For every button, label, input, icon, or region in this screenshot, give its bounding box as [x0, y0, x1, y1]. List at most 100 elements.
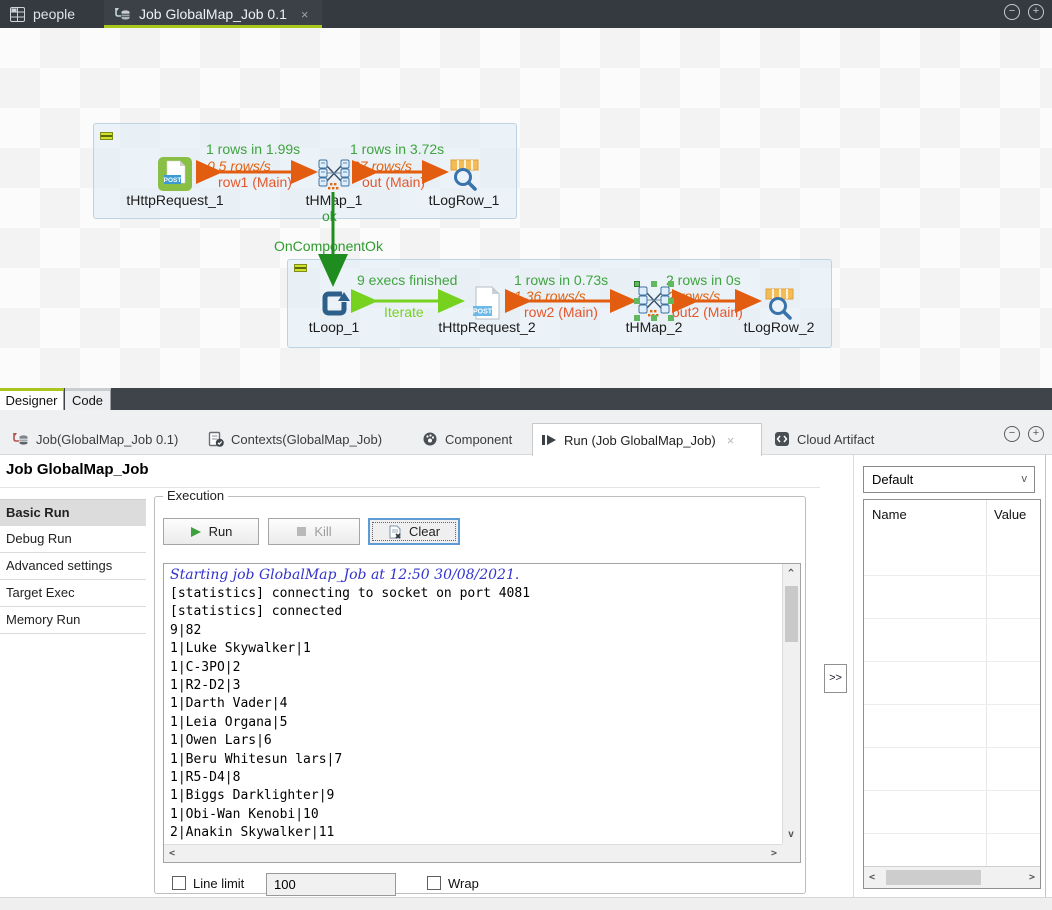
- play-icon: [190, 526, 202, 538]
- run-button[interactable]: Run: [163, 518, 259, 545]
- link-name-label[interactable]: out (Main): [362, 174, 425, 190]
- minimize-icon[interactable]: −: [1004, 4, 1020, 20]
- subjob2-collapse-toggle[interactable]: [294, 264, 307, 272]
- sidebar-item-debug-run[interactable]: Debug Run: [0, 526, 146, 553]
- tab-label: Contexts(GlobalMap_Job): [231, 432, 382, 447]
- component-label[interactable]: tHttpRequest_1: [115, 192, 235, 208]
- tab-contexts-view[interactable]: Contexts(GlobalMap_Job): [200, 423, 390, 455]
- tab-label: Component: [445, 432, 512, 447]
- editor-tab-people[interactable]: people: [0, 0, 100, 28]
- trigger-ok-label: ok: [322, 208, 337, 224]
- svg-text:POST: POST: [164, 177, 182, 184]
- scroll-down-icon[interactable]: v: [788, 829, 794, 840]
- window-controls: − +: [1004, 4, 1044, 20]
- close-icon[interactable]: ×: [727, 433, 735, 448]
- sidebar-item-memory-run[interactable]: Memory Run: [0, 607, 146, 634]
- component-label[interactable]: tHMap_1: [284, 192, 384, 208]
- link-name-label[interactable]: row1 (Main): [218, 174, 292, 190]
- maximize-icon[interactable]: +: [1028, 4, 1044, 20]
- tab-cloud-artifact-view[interactable]: Cloud Artifact: [766, 423, 882, 455]
- component-label[interactable]: tHMap_2: [614, 319, 694, 335]
- minimize-icon[interactable]: −: [1004, 426, 1020, 442]
- view-tab-bar: Job(GlobalMap_Job 0.1) Contexts(GlobalMa…: [0, 410, 1052, 455]
- wrap-checkbox[interactable]: [427, 876, 441, 890]
- component-label[interactable]: tLogRow_2: [729, 319, 829, 335]
- tab-job-view[interactable]: Job(GlobalMap_Job 0.1): [4, 423, 186, 455]
- console-horizontal-scrollbar[interactable]: < >: [164, 844, 782, 862]
- sidebar-item-advanced-settings[interactable]: Advanced settings: [0, 553, 146, 580]
- groupbox-legend: Execution: [163, 488, 228, 503]
- thttprequest2-icon[interactable]: POST: [470, 286, 504, 320]
- iterate-name-label[interactable]: Iterate: [384, 304, 424, 320]
- scroll-left-icon[interactable]: <: [869, 872, 875, 883]
- trigger-name-label[interactable]: OnComponentOk: [274, 238, 383, 254]
- view-controls: − +: [1004, 426, 1044, 442]
- line-limit-label: Line limit: [193, 876, 244, 891]
- thmap2-icon[interactable]: [637, 284, 671, 318]
- tab-label: Job(GlobalMap_Job 0.1): [36, 432, 178, 447]
- context-variables-table[interactable]: Name Value < >: [863, 499, 1041, 889]
- contexts-icon: [208, 431, 224, 447]
- scroll-up-icon[interactable]: ^: [788, 568, 794, 579]
- console-lines: [statistics] connecting to socket on por…: [170, 586, 530, 844]
- tab-component-view[interactable]: Component: [414, 423, 520, 455]
- line-limit-checkbox[interactable]: [172, 876, 186, 890]
- tab-label: Code: [72, 393, 103, 408]
- subjob1-collapse-toggle[interactable]: [100, 132, 113, 140]
- maximize-icon[interactable]: +: [1028, 426, 1044, 442]
- link-rate-label: 1.36 rows/s: [514, 288, 586, 304]
- thmap1-icon[interactable]: [317, 157, 351, 191]
- job-icon: [114, 7, 131, 22]
- tab-designer[interactable]: Designer: [0, 388, 64, 410]
- console-vertical-scrollbar[interactable]: ^ v: [782, 564, 800, 844]
- scroll-left-icon[interactable]: <: [169, 848, 175, 859]
- tloop1-icon[interactable]: [318, 287, 351, 320]
- link-stat-label: 2 rows in 0s: [666, 272, 741, 288]
- context-select-value: Default: [872, 472, 913, 487]
- scrollbar-thumb[interactable]: [886, 870, 981, 885]
- line-limit-input[interactable]: [266, 873, 396, 896]
- thttprequest1-icon[interactable]: POST: [158, 157, 192, 191]
- stop-icon: [296, 526, 307, 537]
- talend-studio-window: people Job GlobalMap_Job 0.1 × − +: [0, 0, 1052, 910]
- sidebar-item-target-exec[interactable]: Target Exec: [0, 580, 146, 607]
- expand-context-panel-button[interactable]: >>: [824, 664, 847, 693]
- editor-tab-job[interactable]: Job GlobalMap_Job 0.1 ×: [104, 0, 322, 28]
- scrollbar-corner: [782, 844, 800, 862]
- cloud-artifact-icon: [774, 431, 790, 447]
- component-icon: [422, 431, 438, 447]
- scrollbar-thumb[interactable]: [785, 586, 798, 642]
- tab-code[interactable]: Code: [65, 388, 111, 410]
- console-start-line: Starting job GlobalMap_Job at 12:50 30/0…: [170, 567, 777, 584]
- link-stat-label: 1 rows in 3.72s: [350, 141, 444, 157]
- scroll-right-icon[interactable]: >: [1029, 872, 1035, 883]
- scroll-right-icon[interactable]: >: [771, 848, 777, 859]
- link-name-label[interactable]: out2 (Main): [672, 304, 743, 320]
- table-horizontal-scrollbar[interactable]: < >: [864, 866, 1040, 888]
- context-select[interactable]: Default v: [863, 466, 1035, 493]
- tab-label: Run (Job GlobalMap_Job): [564, 433, 716, 448]
- tab-run-view[interactable]: Run (Job GlobalMap_Job) ×: [532, 423, 762, 456]
- component-label[interactable]: tLogRow_1: [414, 192, 514, 208]
- page-title: Job GlobalMap_Job: [6, 461, 149, 478]
- link-stat-label: 1 rows in 1.99s: [206, 141, 300, 157]
- job-design-canvas[interactable]: 1 rows in 1.99s 0.5 rows/s row1 (Main) 1…: [0, 28, 1052, 388]
- column-header-value: Value: [994, 507, 1026, 522]
- designer-code-bar: Designer Code: [0, 388, 1052, 410]
- execution-console[interactable]: Starting job GlobalMap_Job at 12:50 30/0…: [163, 563, 801, 863]
- close-icon[interactable]: ×: [301, 7, 309, 22]
- component-label[interactable]: tHttpRequest_2: [427, 319, 547, 335]
- job-icon: [12, 432, 29, 447]
- context-panel: Default v Name Value < >: [853, 455, 1046, 897]
- link-rate-label: 0.5 rows/s: [207, 158, 271, 174]
- link-name-label[interactable]: row2 (Main): [524, 304, 598, 320]
- tlogrow2-icon[interactable]: [763, 287, 796, 320]
- tlogrow1-icon[interactable]: [448, 158, 481, 191]
- sidebar-item-basic-run[interactable]: Basic Run: [0, 499, 146, 526]
- clear-button[interactable]: Clear: [368, 518, 460, 545]
- component-label[interactable]: tLoop_1: [294, 319, 374, 335]
- tab-label: Designer: [5, 393, 57, 408]
- kill-button[interactable]: Kill: [268, 518, 360, 545]
- editor-tab-bar: people Job GlobalMap_Job 0.1 × − +: [0, 0, 1052, 28]
- selection-handles[interactable]: [634, 281, 640, 287]
